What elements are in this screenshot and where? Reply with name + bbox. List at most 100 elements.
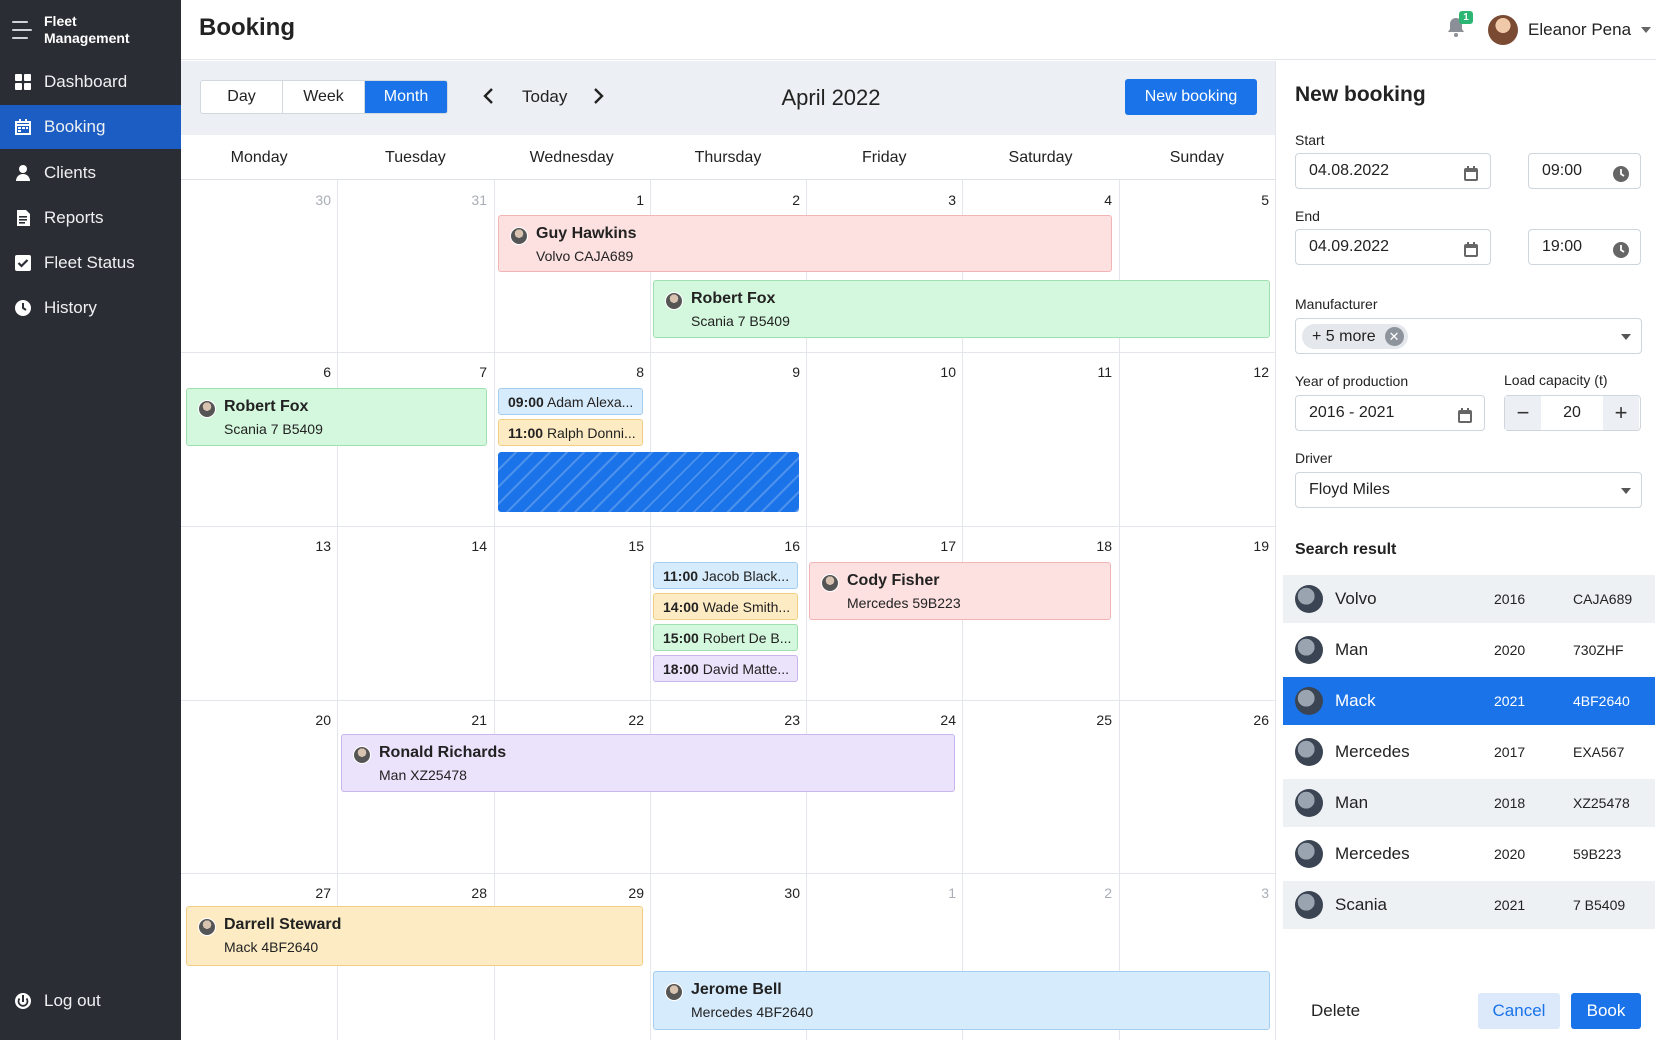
- day-number: 14: [471, 538, 487, 554]
- start-date-field[interactable]: 04.08.2022: [1295, 153, 1491, 189]
- booking-event[interactable]: Jerome Bell Mercedes 4BF2640: [653, 971, 1270, 1030]
- new-booking-button[interactable]: New booking: [1125, 79, 1257, 115]
- clock-icon[interactable]: [1612, 162, 1630, 182]
- result-row[interactable]: Volvo 2016 CAJA689: [1283, 575, 1655, 623]
- booking-chip[interactable]: 18:00 David Matte...: [653, 655, 798, 682]
- panel-title: New booking: [1295, 83, 1426, 106]
- clock-icon: [14, 299, 32, 317]
- result-name: Scania: [1335, 895, 1387, 914]
- day-number: 24: [940, 712, 956, 728]
- grid-row-line: [181, 873, 1275, 874]
- end-date-field[interactable]: 04.09.2022: [1295, 229, 1491, 265]
- sidebar-item-clients[interactable]: Clients: [0, 151, 181, 195]
- calendar-icon[interactable]: [1462, 162, 1480, 181]
- booking-chip[interactable]: 15:00 Robert De B...: [653, 624, 798, 651]
- user-name: Eleanor Pena: [1528, 20, 1632, 39]
- day-number: 2: [792, 192, 800, 208]
- booking-event[interactable]: Ronald Richards Man XZ25478: [341, 734, 955, 792]
- load-capacity-label: Load capacity (t): [1504, 372, 1608, 388]
- decrement-button[interactable]: −: [1505, 396, 1541, 430]
- driver-label: Driver: [1295, 450, 1333, 466]
- calendar-icon[interactable]: [1456, 404, 1474, 423]
- start-time-field[interactable]: 09:00: [1528, 153, 1641, 189]
- day-number: 13: [315, 538, 331, 554]
- result-plate: CAJA689: [1573, 591, 1633, 607]
- booking-chip[interactable]: 11:00 Ralph Donni...: [498, 419, 643, 446]
- booking-chip[interactable]: 11:00 Jacob Black...: [653, 562, 798, 589]
- result-year: 2017: [1494, 744, 1526, 760]
- day-number: 28: [471, 885, 487, 901]
- end-time-field[interactable]: 19:00: [1528, 229, 1641, 265]
- day-number: 22: [628, 712, 644, 728]
- year-field[interactable]: 2016 - 2021: [1295, 395, 1485, 431]
- selected-range[interactable]: [498, 452, 799, 512]
- page-title: Booking: [199, 14, 295, 41]
- end-time-value: 19:00: [1542, 238, 1583, 255]
- today-button[interactable]: Today: [522, 87, 567, 107]
- booking-chip[interactable]: 14:00 Wade Smith...: [653, 593, 798, 620]
- weekday-label: Saturday: [1008, 149, 1073, 166]
- booking-chip[interactable]: 09:00 Adam Alexa...: [498, 388, 643, 415]
- booking-event[interactable]: Guy Hawkins Volvo CAJA689: [498, 215, 1112, 272]
- day-number: 20: [315, 712, 331, 728]
- notifications-button[interactable]: 1: [1445, 11, 1473, 40]
- result-row[interactable]: Mercedes 2020 59B223: [1283, 830, 1655, 878]
- day-number: 31: [471, 192, 487, 208]
- menu-icon[interactable]: [12, 21, 32, 39]
- next-button[interactable]: [586, 84, 610, 108]
- day-number: 9: [792, 364, 800, 380]
- logout-button[interactable]: Log out: [0, 979, 181, 1023]
- sidebar-item-fleet-status[interactable]: Fleet Status: [0, 241, 181, 285]
- cancel-button[interactable]: Cancel: [1478, 993, 1560, 1029]
- view-day-button[interactable]: Day: [201, 81, 283, 113]
- event-driver: Robert Fox: [691, 290, 776, 307]
- view-switcher: Day Week Month: [200, 80, 448, 114]
- sidebar-item-label: Dashboard: [44, 72, 128, 91]
- delete-button[interactable]: Delete: [1311, 1001, 1360, 1021]
- booking-event[interactable]: Robert Fox Scania 7 B5409: [186, 388, 487, 446]
- increment-button[interactable]: +: [1603, 396, 1639, 430]
- sidebar-item-dashboard[interactable]: Dashboard: [0, 60, 181, 104]
- start-label: Start: [1295, 132, 1325, 148]
- day-number: 30: [784, 885, 800, 901]
- day-number: 4: [1104, 192, 1112, 208]
- day-number: 26: [1253, 712, 1269, 728]
- user-menu[interactable]: Eleanor Pena: [1488, 14, 1652, 46]
- new-booking-panel: New booking Start 04.08.2022 09:00 End 0…: [1275, 61, 1656, 1040]
- event-driver: Cody Fisher: [847, 572, 940, 589]
- day-number: 29: [628, 885, 644, 901]
- close-icon[interactable]: ✕: [1384, 327, 1404, 346]
- result-row-selected[interactable]: Mack 2021 4BF2640: [1283, 677, 1655, 725]
- view-month-button[interactable]: Month: [365, 81, 447, 113]
- sidebar-item-reports[interactable]: Reports: [0, 196, 181, 240]
- load-capacity-value[interactable]: 20: [1541, 396, 1603, 430]
- vehicle-avatar: [1295, 840, 1323, 868]
- booking-event[interactable]: Robert Fox Scania 7 B5409: [653, 280, 1270, 338]
- sidebar-item-booking[interactable]: Booking: [0, 105, 181, 149]
- prev-button[interactable]: [477, 84, 501, 108]
- clock-icon[interactable]: [1612, 238, 1630, 258]
- result-row[interactable]: Man 2018 XZ25478: [1283, 779, 1655, 827]
- result-plate: 4BF2640: [1573, 693, 1630, 709]
- chevron-right-icon: [586, 88, 610, 112]
- booking-event[interactable]: Darrell Steward Mack 4BF2640: [186, 906, 643, 966]
- booking-event[interactable]: Cody Fisher Mercedes 59B223: [809, 562, 1111, 620]
- driver-select[interactable]: Floyd Miles: [1295, 472, 1642, 508]
- calendar-icon[interactable]: [1462, 238, 1480, 257]
- sidebar-item-history[interactable]: History: [0, 286, 181, 330]
- grid-column-line: [650, 180, 651, 1040]
- result-row[interactable]: Mercedes 2017 EXA567: [1283, 728, 1655, 776]
- avatar: [510, 227, 528, 245]
- view-week-button[interactable]: Week: [283, 81, 365, 113]
- day-number: 15: [628, 538, 644, 554]
- manufacturer-label: Manufacturer: [1295, 296, 1378, 312]
- result-row[interactable]: Scania 2021 7 B5409: [1283, 881, 1655, 929]
- result-row[interactable]: Man 2020 730ZHF: [1283, 626, 1655, 674]
- result-year: 2020: [1494, 642, 1526, 658]
- driver-value: Floyd Miles: [1309, 481, 1390, 498]
- book-button[interactable]: Book: [1571, 993, 1641, 1029]
- brand-line-1: Fleet: [44, 13, 77, 29]
- manufacturer-select[interactable]: + 5 more ✕: [1295, 318, 1642, 354]
- result-name: Man: [1335, 793, 1369, 812]
- result-year: 2018: [1494, 795, 1526, 811]
